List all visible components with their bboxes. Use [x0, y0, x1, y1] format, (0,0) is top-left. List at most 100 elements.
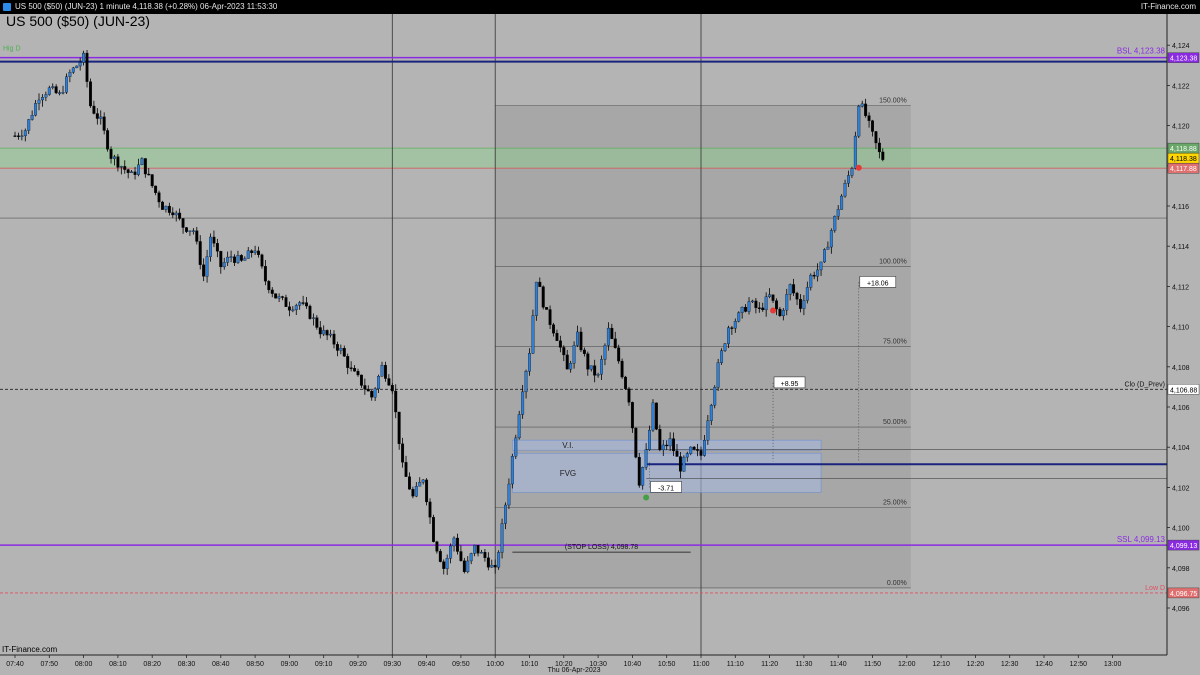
candle-body — [634, 427, 638, 458]
candle-body — [589, 365, 593, 370]
candle-body — [857, 106, 861, 137]
candle-body — [644, 449, 648, 468]
y-tick-label: 4,124 — [1172, 43, 1190, 50]
candle-body — [833, 216, 837, 231]
candle-body — [562, 347, 566, 356]
candle-body — [390, 385, 394, 392]
candle-body — [373, 388, 377, 398]
candle-body — [329, 333, 333, 336]
x-tick-label: 10:10 — [521, 661, 539, 668]
candle-body — [13, 135, 17, 137]
watermark: IT-Finance.com — [2, 645, 57, 654]
price-chart[interactable]: 150.00% 100.00% 75.00% 50.00% 25.00% 0.00% BS… — [0, 14, 1200, 675]
candle-body — [541, 286, 545, 308]
candle-body — [685, 453, 689, 458]
candle-body — [534, 281, 538, 316]
candle-body — [826, 246, 830, 250]
candle-body — [840, 195, 844, 210]
candle-body — [881, 151, 885, 160]
candle-body — [689, 446, 693, 454]
candle-body — [569, 362, 573, 370]
candle-body — [188, 230, 192, 232]
candle-body — [143, 158, 147, 175]
candle-body — [82, 52, 86, 63]
candle-body — [593, 365, 597, 376]
candle-body — [877, 142, 881, 153]
candle-body — [579, 331, 583, 351]
x-tick-label: 08:20 — [143, 661, 161, 668]
candle-body — [339, 348, 343, 351]
candle-body — [185, 227, 188, 232]
fib-level-label: 25.00% — [883, 500, 907, 507]
candle-body — [243, 258, 247, 261]
candle-body — [363, 385, 367, 390]
candle-body — [311, 317, 315, 319]
candle-body — [696, 449, 700, 451]
candle-body — [202, 264, 206, 277]
candle-body — [480, 551, 483, 554]
candle-body — [51, 86, 55, 88]
candle-body — [565, 354, 569, 370]
candle-body — [236, 255, 240, 263]
candle-body — [836, 209, 840, 217]
low-d-label: Low D — [1145, 585, 1165, 592]
candle-body — [30, 115, 34, 120]
candle-body — [802, 300, 806, 309]
candle-body — [418, 482, 422, 487]
candle-body — [68, 72, 72, 77]
candle-body — [16, 135, 20, 137]
x-tick-label: 11:30 — [795, 661, 812, 668]
candle-body — [102, 116, 106, 131]
candle-body — [675, 450, 679, 457]
x-tick-label: 10:40 — [624, 661, 642, 668]
candle-body — [401, 443, 405, 463]
candle-body — [778, 308, 782, 317]
candle-body — [171, 212, 175, 216]
candle-body — [775, 300, 778, 310]
candle-body — [92, 105, 96, 114]
candle-body — [785, 294, 789, 311]
candle-body — [768, 294, 772, 297]
candle-body — [812, 274, 816, 277]
candle-body — [462, 560, 466, 573]
candle-body — [291, 309, 295, 312]
candle-body — [147, 173, 151, 176]
candle-body — [641, 467, 645, 486]
x-tick-label: 12:10 — [932, 661, 950, 668]
candle-body — [47, 87, 51, 95]
candle-body — [809, 274, 813, 288]
candle-body — [469, 553, 473, 562]
candle-body — [617, 347, 621, 362]
candle-body — [61, 92, 65, 94]
candle-body — [459, 551, 463, 561]
ssl-label: SSL 4,099.13 — [1117, 535, 1166, 544]
x-tick-label: 08:10 — [109, 661, 127, 668]
candle-body — [425, 479, 429, 503]
candle-body — [620, 360, 624, 378]
x-tick-label: 08:50 — [246, 661, 264, 668]
candle-body — [751, 300, 754, 303]
candle-body — [781, 309, 785, 317]
candle-body — [497, 552, 501, 568]
candle-body — [627, 388, 631, 403]
candle-body — [606, 327, 610, 346]
candle-body — [586, 353, 590, 370]
x-tick-label: 09:50 — [452, 661, 470, 668]
candle-body — [23, 130, 27, 137]
y-tick-label: 4,110 — [1172, 325, 1189, 332]
candle-body — [99, 116, 103, 119]
candle-body — [486, 557, 490, 568]
candle-body — [44, 94, 48, 98]
candle-body — [726, 327, 730, 344]
candle-body — [212, 236, 216, 244]
candle-body — [383, 365, 387, 379]
candle-body — [246, 250, 250, 259]
candle-body — [78, 62, 82, 67]
fib-level-label: 50.00% — [883, 419, 907, 426]
candle-body — [510, 456, 514, 485]
candle-body — [504, 504, 507, 524]
candle-body — [456, 537, 459, 552]
candle-body — [380, 365, 384, 377]
candle-body — [85, 52, 89, 82]
x-tick-label: 09:00 — [281, 661, 299, 668]
